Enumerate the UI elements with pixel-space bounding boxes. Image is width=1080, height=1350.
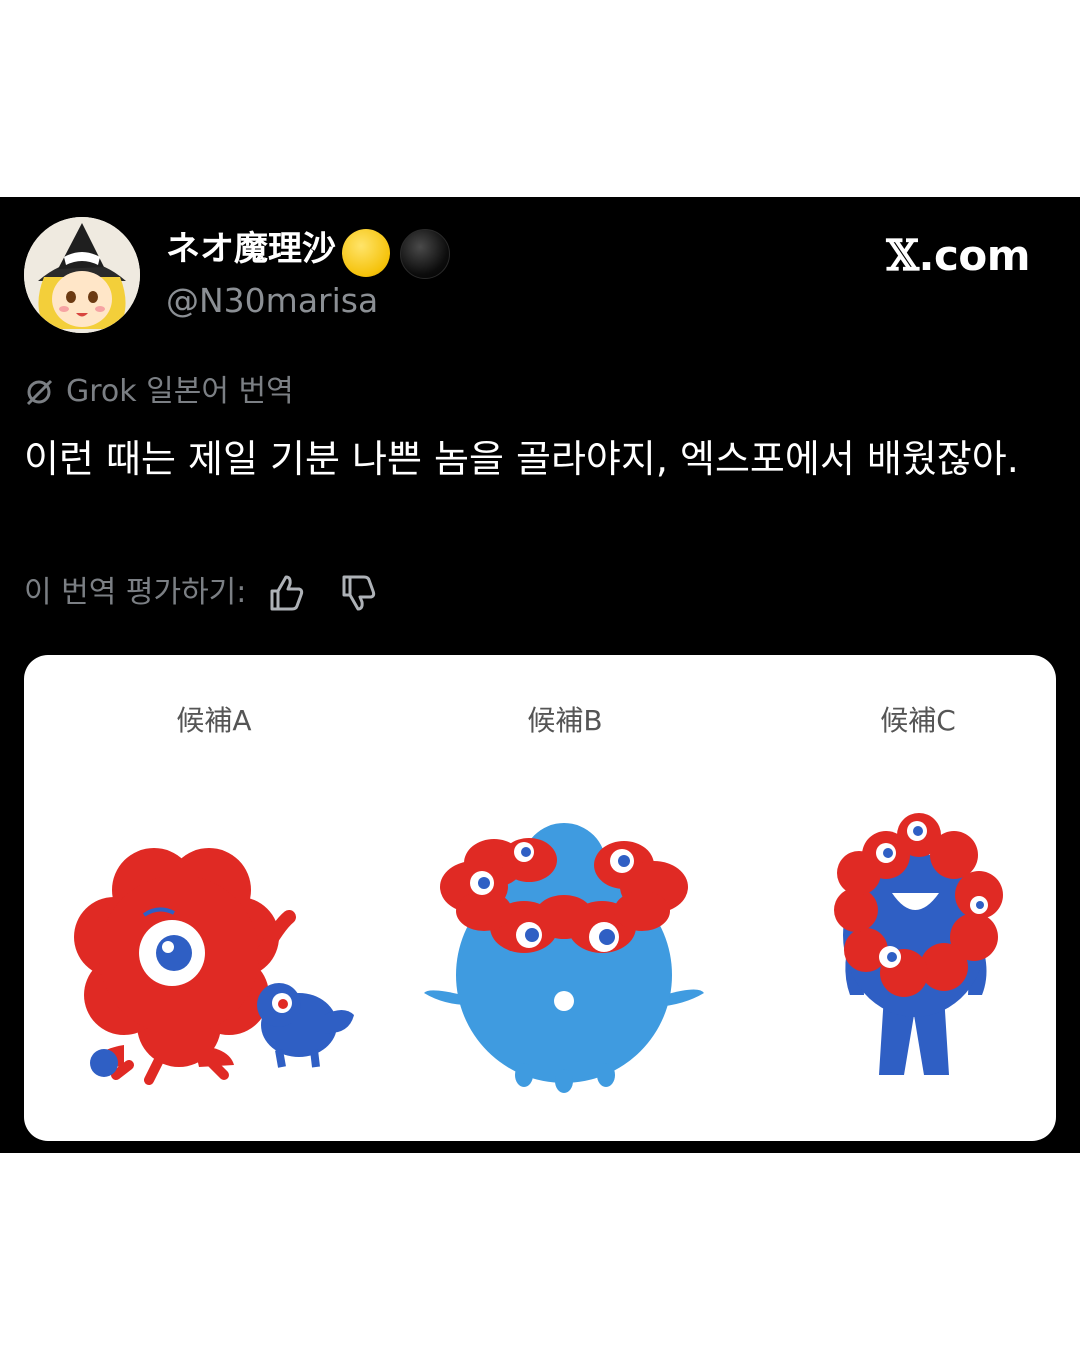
tweet-card: ネオ魔理沙 @N30marisa 𝕏.com Grok 일본어 번역 이런 때는… <box>0 197 1080 1153</box>
grok-icon <box>26 379 53 406</box>
user-handle[interactable]: @N30marisa <box>166 279 378 323</box>
mascot-c-illustration <box>834 813 1003 1075</box>
mascot-a-illustration <box>74 848 354 1085</box>
display-name[interactable]: ネオ魔理沙 <box>166 227 336 271</box>
brand-domain: .com <box>918 231 1031 280</box>
mascot-illustrations <box>74 813 1003 1093</box>
thumbs-down-icon[interactable] <box>338 573 378 613</box>
marisa-avatar-icon <box>24 217 140 333</box>
x-logo-icon: 𝕏 <box>886 231 919 280</box>
avatar[interactable] <box>24 217 140 333</box>
mascot-b-illustration <box>424 823 704 1093</box>
rate-translation: 이 번역 평가하기: <box>24 571 378 615</box>
thumbs-up-icon[interactable] <box>266 573 306 613</box>
x-com-logo: 𝕏.com <box>886 231 1030 281</box>
rate-translation-label: 이 번역 평가하기: <box>24 575 247 610</box>
attached-image[interactable]: 候補A 候補B 候補C <box>24 655 1056 1141</box>
tweet-text: 이런 때는 제일 기분 나쁜 놈을 골라야지, 엑스포에서 배웠잖아. <box>24 437 1019 481</box>
translation-label: Grok 일본어 번역 <box>66 374 294 409</box>
black-circle-icon <box>400 229 450 279</box>
yellow-circle-icon <box>342 229 390 277</box>
translation-attribution: Grok 일본어 번역 <box>24 371 294 413</box>
